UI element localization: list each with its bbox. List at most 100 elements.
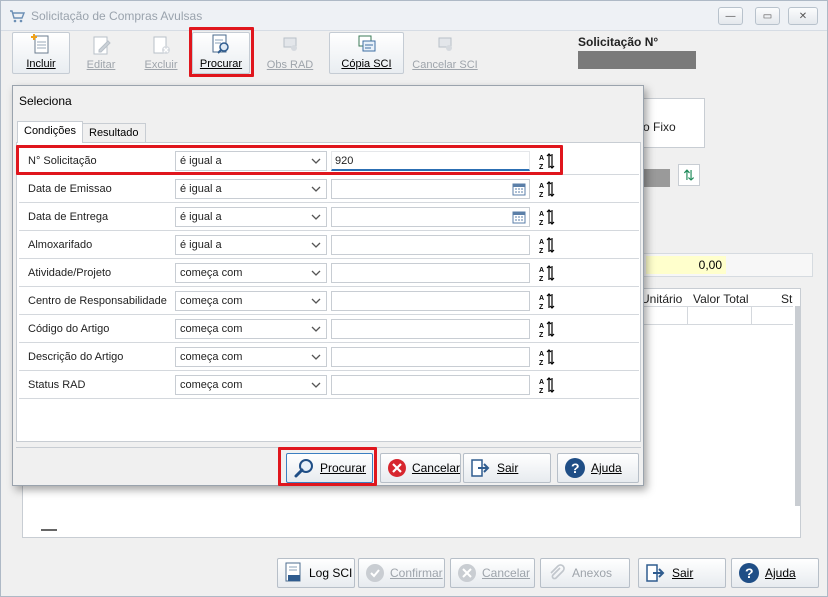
condition-row-almoxarifado: Almoxarifado é igual a AZ (19, 231, 639, 259)
obs-rad-button[interactable]: Obs RAD (261, 32, 319, 74)
cancelar-button-label: Cancelar (411, 461, 460, 475)
operator-select[interactable]: começa com (175, 347, 327, 367)
tab-resultado[interactable]: Resultado (82, 123, 146, 143)
value-input[interactable] (331, 291, 530, 311)
grid-header: Unitário Valor Total St (641, 289, 793, 307)
sort-icon[interactable]: AZ (539, 236, 557, 254)
swap-button[interactable]: ⇅ (678, 164, 700, 186)
excluir-button[interactable]: Excluir (132, 32, 190, 74)
obs-icon (283, 37, 297, 51)
incluir-label: Incluir (26, 58, 56, 70)
operator-select[interactable]: começa com (175, 263, 327, 283)
operator-select[interactable]: é igual a (175, 179, 327, 199)
grid-col-unitario: Unitário (641, 292, 683, 306)
field-name: Almoxarifado (28, 239, 93, 251)
dialog-title: Seleciona (19, 94, 72, 108)
copia-sci-button[interactable]: Cópia SCI (329, 32, 404, 74)
footer-ajuda-button[interactable]: ? Ajuda (731, 558, 819, 588)
sort-icon[interactable]: AZ (539, 292, 557, 310)
chevron-down-icon (311, 270, 321, 276)
procurar-button[interactable]: Procurar (286, 453, 373, 483)
sort-icon[interactable]: AZ (539, 376, 557, 394)
operator-select[interactable]: é igual a (175, 207, 327, 227)
operator-value: começa com (180, 351, 243, 363)
conditions-panel: N° Solicitação é igual a 920 AZ Data de … (16, 142, 641, 442)
field-name: Atividade/Projeto (28, 267, 112, 279)
exit-icon (471, 459, 490, 477)
operator-select[interactable]: começa com (175, 375, 327, 395)
procurar-toolbar-button[interactable]: Procurar (192, 32, 250, 74)
ajuda-button[interactable]: ? Ajuda (557, 453, 639, 483)
svg-text:Z: Z (539, 192, 544, 198)
svg-text:Z: Z (539, 360, 544, 366)
operator-select[interactable]: é igual a (175, 235, 327, 255)
excluir-label: Excluir (144, 59, 178, 71)
editar-button[interactable]: Editar (72, 32, 130, 74)
date-input[interactable] (331, 207, 530, 227)
minimize-button[interactable]: — (718, 7, 743, 25)
chevron-down-icon (311, 186, 321, 192)
operator-value: é igual a (180, 155, 222, 167)
value-input[interactable]: 920 (331, 151, 530, 171)
condition-row-centro-responsabilidade: Centro de Responsabilidade começa com AZ (19, 287, 639, 315)
operator-value: começa com (180, 323, 243, 335)
confirmar-button[interactable]: Confirmar (358, 558, 445, 588)
value-input[interactable] (331, 319, 530, 339)
calendar-icon[interactable] (512, 182, 526, 196)
value-input[interactable] (331, 375, 530, 395)
log-sci-button[interactable]: Log SCI (277, 558, 355, 588)
cancel-sci-icon (438, 37, 452, 51)
grid-scrollbar[interactable] (795, 306, 800, 506)
condition-row-atividade-projeto: Atividade/Projeto começa com AZ (19, 259, 639, 287)
sort-icon[interactable]: AZ (539, 152, 557, 170)
anexos-label: Anexos (572, 566, 613, 580)
calendar-icon[interactable] (512, 210, 526, 224)
fixo-panel: vo Fixo (637, 98, 705, 148)
incluir-button[interactable]: Incluir (12, 32, 70, 74)
footer-sair-button[interactable]: Sair (638, 558, 726, 588)
anexos-button[interactable]: Anexos (540, 558, 630, 588)
close-icon: ✕ (798, 10, 808, 22)
date-input[interactable] (331, 179, 530, 199)
sort-icon[interactable]: AZ (539, 264, 557, 282)
field-name: Descrição do Artigo (28, 351, 124, 363)
svg-text:Z: Z (539, 164, 544, 170)
cancelar-button[interactable]: Cancelar (380, 453, 461, 483)
sort-icon[interactable]: AZ (539, 208, 557, 226)
condition-row-n-solicitacao: N° Solicitação é igual a 920 AZ (19, 147, 639, 175)
operator-select[interactable]: começa com (175, 319, 327, 339)
condition-row-data-emissao: Data de Emissao é igual a AZ (19, 175, 639, 203)
close-button[interactable]: ✕ (788, 7, 818, 25)
maximize-icon: ▭ (762, 10, 773, 22)
sort-icon[interactable]: AZ (539, 180, 557, 198)
sair-button[interactable]: Sair (463, 453, 551, 483)
procurar-label: Procurar (199, 58, 243, 70)
cancelar-sci-button[interactable]: Cancelar SCI (408, 32, 482, 74)
grid-col-valor-total: Valor Total (693, 292, 749, 306)
sort-icon[interactable]: AZ (539, 348, 557, 366)
cancel-icon (387, 459, 406, 477)
value-input[interactable] (331, 235, 530, 255)
operator-select[interactable]: é igual a (175, 151, 327, 171)
window-title: Solicitação de Compras Avulsas (31, 9, 203, 23)
grid-splitter-handle[interactable] (41, 529, 57, 531)
operator-select[interactable]: começa com (175, 291, 327, 311)
procurar-button-label: Procurar (320, 461, 367, 475)
value-text: 920 (335, 155, 354, 167)
maximize-button[interactable]: ▭ (755, 7, 780, 25)
chevron-down-icon (311, 326, 321, 332)
svg-text:A: A (539, 239, 544, 246)
footer-sair-label: Sair (672, 566, 694, 580)
field-name: Data de Emissao (28, 183, 112, 195)
footer-cancelar-button[interactable]: Cancelar (450, 558, 535, 588)
value-input[interactable] (331, 347, 530, 367)
field-name: Código do Artigo (28, 323, 110, 335)
edit-document-icon (93, 36, 111, 55)
tab-condicoes[interactable]: Condições (17, 121, 83, 143)
value-input[interactable] (331, 263, 530, 283)
chevron-down-icon (311, 214, 321, 220)
delete-document-icon (153, 36, 170, 54)
sort-icon[interactable]: AZ (539, 320, 557, 338)
svg-text:A: A (539, 183, 544, 190)
footer-ajuda-label: Ajuda (765, 566, 796, 580)
